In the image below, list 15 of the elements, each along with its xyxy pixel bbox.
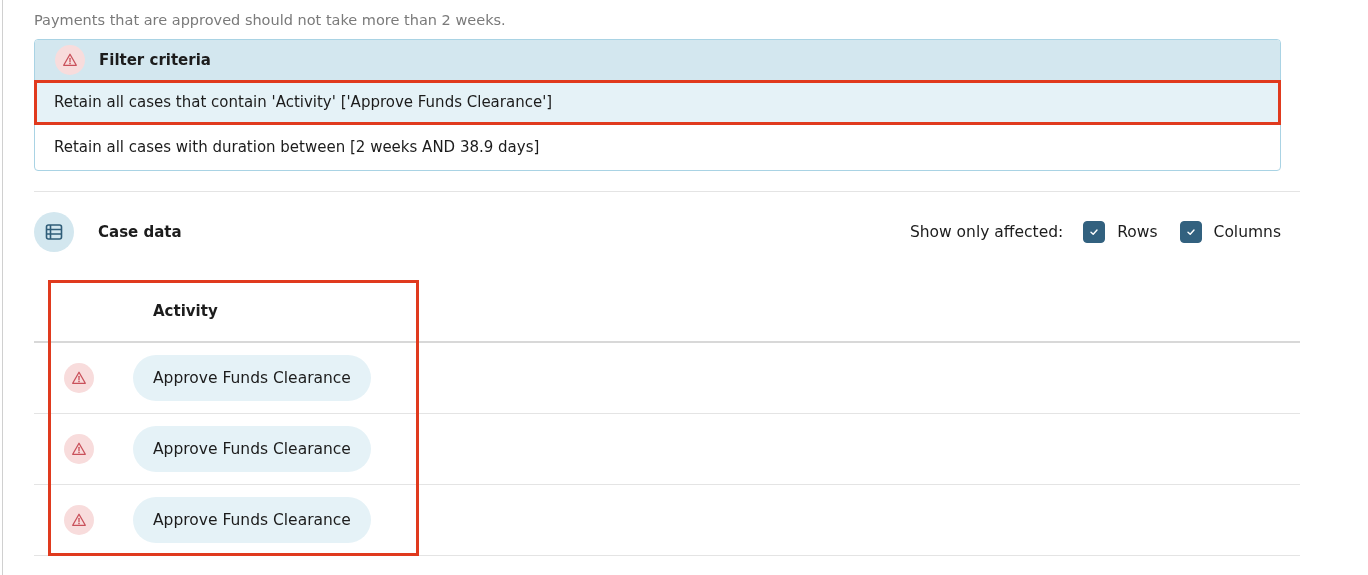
filter-label: Show only affected:	[909, 223, 1064, 241]
checkbox[interactable]	[1179, 221, 1202, 243]
checkbox-label[interactable]: Columns	[1213, 223, 1281, 241]
table-icon	[34, 212, 74, 252]
activity-tag: Approve Funds Clearance	[133, 497, 371, 543]
filter-title: Filter criteria	[99, 51, 211, 69]
section-title: Case data	[98, 223, 182, 241]
filter-criterion[interactable]: Retain all cases with duration between [2 weeks AND 38.9 days]	[35, 125, 1280, 170]
activity-tag: Approve Funds Clearance	[133, 355, 371, 401]
activity-tag: Approve Funds Clearance	[133, 426, 371, 472]
filter-criterion[interactable]: Retain all cases that contain 'Activity' ['Approve Funds Clearance']	[34, 80, 1281, 125]
checkbox-label[interactable]: Rows	[1117, 223, 1158, 241]
column-header: Activity	[152, 302, 218, 320]
checkbox[interactable]	[1083, 221, 1106, 243]
description-text: Payments that are approved should not take more than 2 weeks.	[34, 11, 507, 30]
